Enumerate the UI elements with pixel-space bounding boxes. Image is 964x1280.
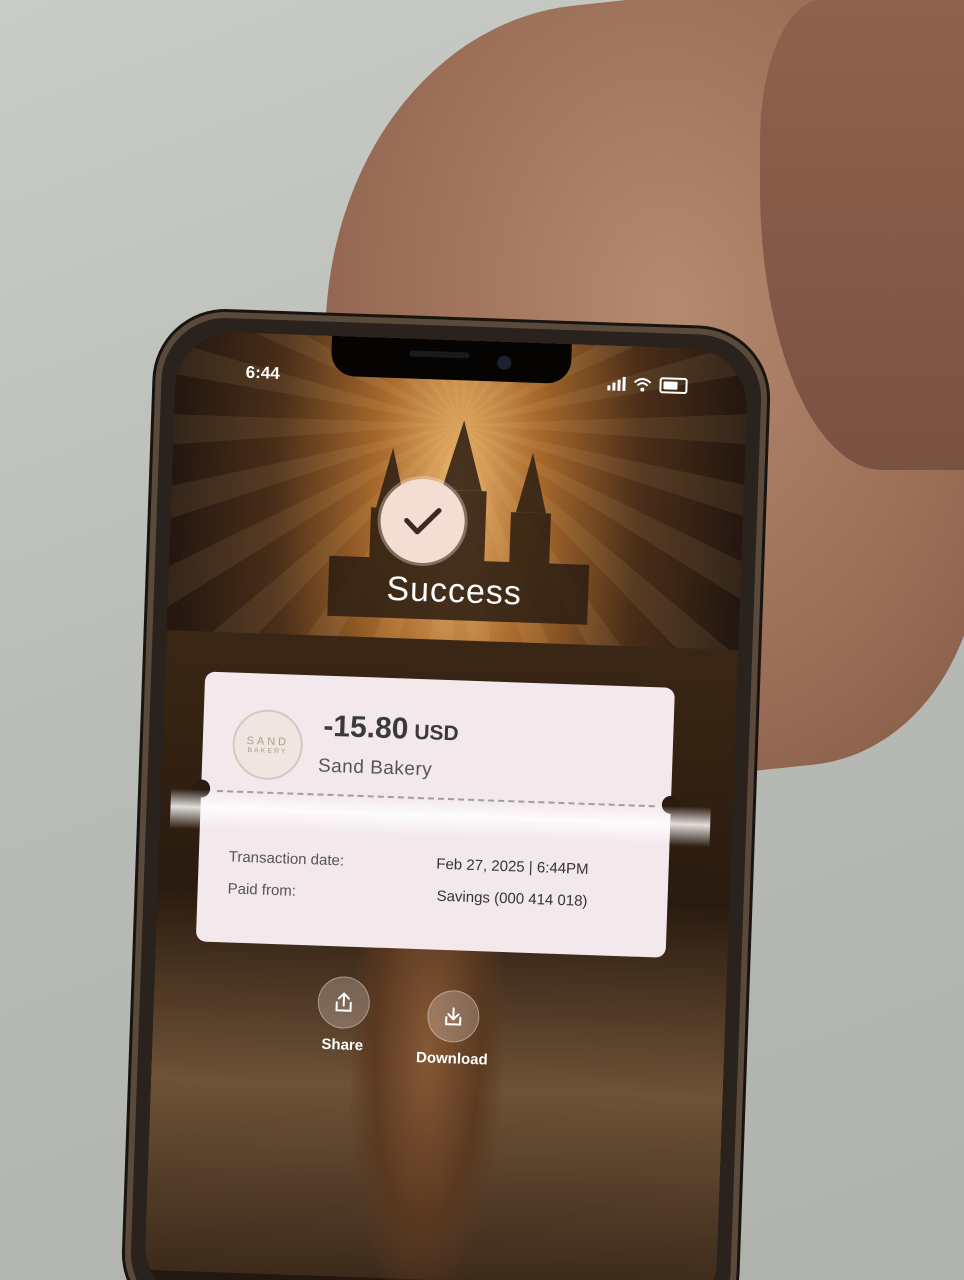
cellular-signal-icon xyxy=(607,376,626,391)
transaction-amount: -15.80 USD xyxy=(323,710,460,749)
phone-frame: 6:44 Success SAND BAKERY -15.80 USD Sand… xyxy=(122,309,770,1280)
screen-glare xyxy=(169,788,711,848)
front-camera xyxy=(496,355,512,370)
download-label[interactable]: Download xyxy=(412,1049,493,1069)
status-time: 6:44 xyxy=(245,362,281,383)
amount-value: -15.80 xyxy=(322,709,410,746)
battery-icon xyxy=(659,377,688,395)
transaction-date-row: Transaction date: Feb 27, 2025 | 6:44PM xyxy=(228,848,639,878)
app-screen: 6:44 Success SAND BAKERY -15.80 USD Sand… xyxy=(143,330,749,1280)
speaker-grille xyxy=(409,350,470,359)
wifi-icon xyxy=(633,378,652,392)
paid-from-value: Savings (000 414 018) xyxy=(436,887,588,910)
receipt-card: SAND BAKERY -15.80 USD Sand Bakery Transa… xyxy=(169,671,711,958)
receipt-actions: Share Download xyxy=(301,975,565,1094)
download-button[interactable]: Download xyxy=(412,989,495,1069)
paid-from-label: Paid from: xyxy=(227,880,297,900)
paid-from-row: Paid from: Savings (000 414 018) xyxy=(227,880,638,910)
status-icons xyxy=(607,375,688,395)
share-label[interactable]: Share xyxy=(302,1035,383,1055)
share-button[interactable]: Share xyxy=(302,975,385,1055)
merchant-logo: SAND BAKERY xyxy=(231,708,304,781)
phone-notch xyxy=(330,335,572,385)
amount-currency: USD xyxy=(413,720,460,746)
transaction-date-label: Transaction date: xyxy=(228,848,345,870)
download-icon[interactable] xyxy=(426,989,481,1044)
transaction-date-value: Feb 27, 2025 | 6:44PM xyxy=(436,855,589,878)
merchant-logo-subtext: BAKERY xyxy=(247,746,288,755)
merchant-name: Sand Bakery xyxy=(317,755,433,781)
share-icon[interactable] xyxy=(316,975,371,1030)
